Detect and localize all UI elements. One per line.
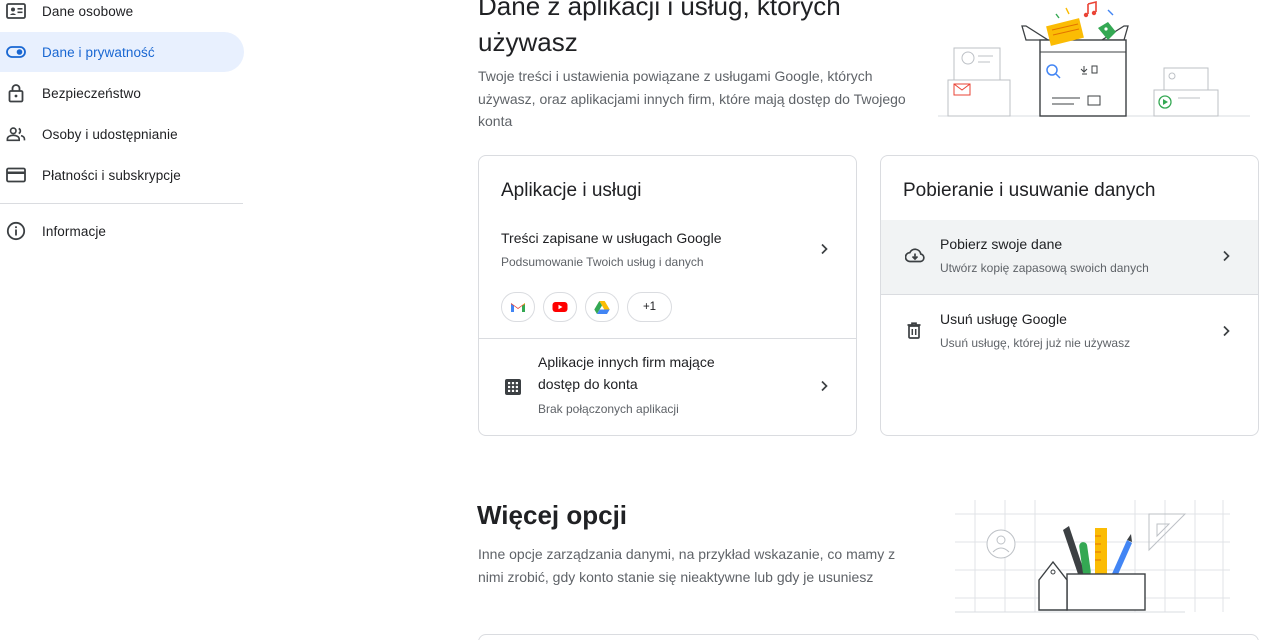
lock-icon: [6, 83, 26, 103]
sidebar-item-about[interactable]: Informacje: [0, 211, 244, 251]
people-icon: [6, 124, 26, 144]
youtube-chip[interactable]: [543, 292, 577, 322]
chevron-right-icon: [1223, 325, 1230, 337]
download-data-row[interactable]: Pobierz swoje dane Utwórz kopię zapasową…: [881, 220, 1258, 294]
download-data-subtitle: Utwórz kopię zapasową swoich danych: [940, 261, 1149, 275]
sidebar-item-label: Dane osobowe: [42, 3, 134, 19]
page-description: Twoje treści i ustawienia powiązane z us…: [478, 68, 906, 129]
apps-services-card: Aplikacje i usługi Treści zapisane w usł…: [478, 155, 857, 436]
third-party-apps-row[interactable]: Aplikacje innych firm mające dostęp do k…: [479, 339, 856, 435]
sidebar-item-label: Informacje: [42, 223, 107, 239]
info-icon: [6, 221, 26, 241]
chevron-right-icon: [821, 380, 828, 392]
download-data-title: Pobierz swoje dane: [940, 236, 1063, 252]
sidebar-item-data-privacy[interactable]: Dane i prywatność: [0, 32, 244, 72]
sidebar-item-security[interactable]: Bezpieczeństwo: [0, 73, 244, 113]
more-options-title: Więcej opcji: [477, 500, 628, 530]
more-options-description: Inne opcje zarządzania danymi, na przykł…: [478, 546, 896, 585]
chevron-right-icon: [821, 243, 828, 255]
sidebar-item-label: Osoby i udostępnianie: [42, 126, 178, 142]
third-party-apps-subtitle: Brak połączonych aplikacji: [538, 402, 679, 416]
services-chips: +1: [501, 292, 672, 322]
toolbox-illustration: [955, 500, 1230, 613]
sidebar-nav: Dane osobowe Dane i prywatność Bezpiecze…: [0, 0, 252, 640]
id-card-icon: [6, 1, 26, 21]
sidebar-item-payments[interactable]: Płatności i subskrypcje: [0, 155, 244, 195]
download-delete-card: Pobieranie i usuwanie danych Pobierz swo…: [880, 155, 1259, 436]
sidebar-item-label: Bezpieczeństwo: [42, 85, 141, 101]
third-party-apps-title: Aplikacje innych firm mające dostęp do k…: [538, 354, 715, 392]
gmail-chip[interactable]: [501, 292, 535, 322]
data-box-illustration: [938, 0, 1250, 117]
gmail-icon: [511, 303, 525, 312]
sidebar-divider: [0, 203, 243, 204]
next-card-edge: [478, 634, 1259, 640]
sidebar-item-label: Dane i prywatność: [42, 44, 155, 60]
more-services-chip[interactable]: +1: [627, 292, 672, 322]
sidebar-item-people-sharing[interactable]: Osoby i udostępnianie: [0, 114, 244, 154]
sidebar-item-personal-info[interactable]: Dane osobowe: [0, 0, 244, 31]
toggle-icon: [6, 42, 26, 62]
saved-content-subtitle: Podsumowanie Twoich usług i danych: [501, 255, 704, 269]
apps-card-title: Aplikacje i usługi: [501, 180, 642, 201]
apps-grid-icon: [505, 379, 521, 395]
trash-icon: [907, 322, 921, 339]
sidebar-item-label: Płatności i subskrypcje: [42, 167, 181, 183]
delete-service-subtitle: Usuń usługę, której już nie używasz: [940, 336, 1131, 350]
page-title: Dane z aplikacji i usług, których używas…: [478, 0, 841, 57]
delete-service-title: Usuń usługę Google: [940, 311, 1067, 327]
delete-service-row[interactable]: Usuń usługę Google Usuń usługę, której j…: [881, 295, 1258, 369]
drive-icon: [594, 301, 610, 314]
chevron-right-icon: [1223, 250, 1230, 262]
credit-card-icon: [6, 165, 26, 185]
cloud-download-icon: [905, 248, 925, 263]
saved-content-title: Treści zapisane w usługach Google: [501, 230, 722, 246]
drive-chip[interactable]: [585, 292, 619, 322]
youtube-icon: [552, 302, 568, 312]
download-card-title: Pobieranie i usuwanie danych: [903, 180, 1156, 201]
